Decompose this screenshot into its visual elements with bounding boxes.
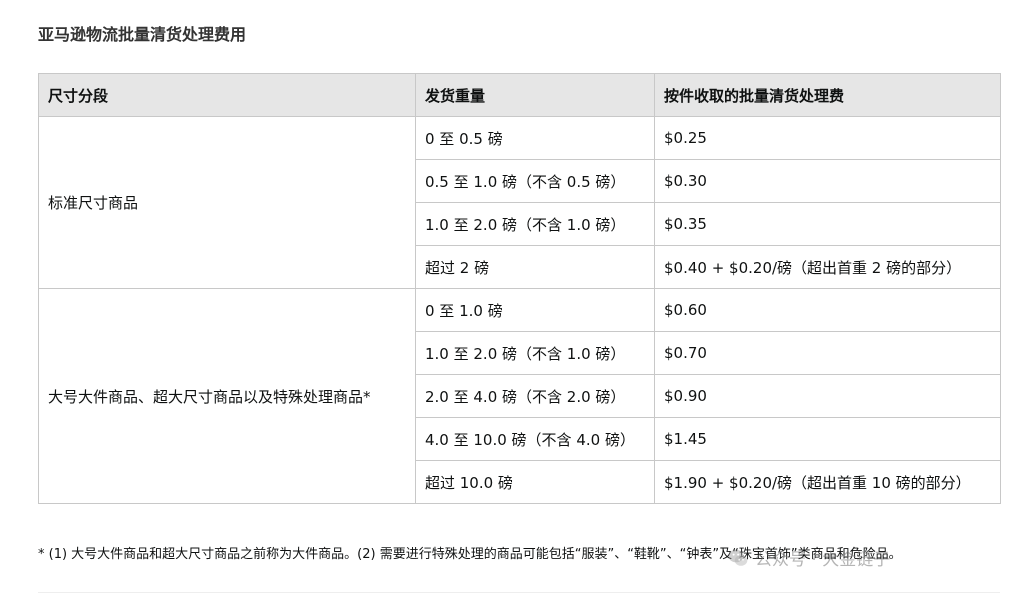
fee-table: 尺寸分段 发货重量 按件收取的批量清货处理费 标准尺寸商品 0 至 0.5 磅 …: [38, 73, 1001, 504]
fee-cell: $1.45: [654, 417, 1001, 461]
fee-cell: $0.90: [654, 374, 1001, 418]
fee-cell: $0.60: [654, 288, 1001, 332]
weight-cell: 4.0 至 10.0 磅（不含 4.0 磅）: [415, 417, 655, 461]
weight-cell: 0 至 1.0 磅: [415, 288, 655, 332]
fee-cell: $1.90 + $0.20/磅（超出首重 10 磅的部分）: [654, 460, 1001, 504]
weight-cell: 1.0 至 2.0 磅（不含 1.0 磅）: [415, 331, 655, 375]
fee-cell: $0.25: [654, 116, 1001, 160]
fee-cell: $0.40 + $0.20/磅（超出首重 2 磅的部分）: [654, 245, 1001, 289]
size-tier-cell: 标准尺寸商品: [38, 116, 416, 289]
wechat-icon: [727, 547, 749, 569]
column-header-per-unit-fee: 按件收取的批量清货处理费: [654, 73, 1001, 117]
weight-cell: 超过 2 磅: [415, 245, 655, 289]
fee-cell: $0.70: [654, 331, 1001, 375]
fee-cell: $0.35: [654, 202, 1001, 246]
weight-cell: 0 至 0.5 磅: [415, 116, 655, 160]
table-row: 标准尺寸商品 0 至 0.5 磅 $0.25: [38, 116, 1001, 289]
table-header-row: 尺寸分段 发货重量 按件收取的批量清货处理费: [38, 73, 1001, 117]
watermark-text: 公众号 · 大金链子: [755, 550, 891, 570]
divider: [38, 592, 1000, 593]
weight-cell: 0.5 至 1.0 磅（不含 0.5 磅）: [415, 159, 655, 203]
column-header-shipping-weight: 发货重量: [415, 73, 655, 117]
weight-cell: 1.0 至 2.0 磅（不含 1.0 磅）: [415, 202, 655, 246]
watermark: 公众号 · 大金链子: [727, 545, 890, 570]
page-title: 亚马逊物流批量清货处理费用: [38, 25, 247, 44]
column-header-size-tier: 尺寸分段: [38, 73, 416, 117]
size-tier-cell: 大号大件商品、超大尺寸商品以及特殊处理商品*: [38, 288, 416, 504]
weight-cell: 2.0 至 4.0 磅（不含 2.0 磅）: [415, 374, 655, 418]
weight-cell: 超过 10.0 磅: [415, 460, 655, 504]
table-row: 大号大件商品、超大尺寸商品以及特殊处理商品* 0 至 1.0 磅 $0.60: [38, 288, 1001, 504]
fee-cell: $0.30: [654, 159, 1001, 203]
